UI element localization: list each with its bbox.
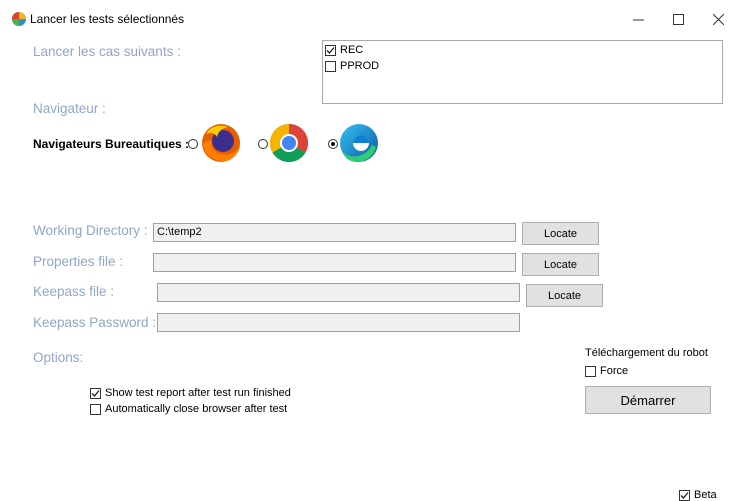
window-title: Lancer les tests sélectionnés bbox=[30, 12, 185, 26]
minimize-icon[interactable] bbox=[623, 6, 653, 32]
force-checkbox[interactable] bbox=[585, 365, 596, 377]
properties-file-label: Properties file : bbox=[33, 254, 124, 269]
keepass-file-label: Keepass file : bbox=[33, 284, 115, 299]
firefox-icon[interactable] bbox=[198, 120, 244, 166]
maximize-icon[interactable] bbox=[663, 6, 693, 32]
cases-label: Lancer les cas suivants : bbox=[33, 44, 181, 59]
robot-download-title: Téléchargement du robot bbox=[585, 347, 708, 359]
working-directory-input[interactable]: C:\temp2 bbox=[153, 223, 516, 242]
checkmark-icon bbox=[326, 46, 335, 54]
case-item-pprod[interactable]: PPROD bbox=[325, 60, 379, 72]
auto-close-checkbox[interactable] bbox=[90, 403, 101, 415]
show-report-checkbox[interactable] bbox=[90, 387, 101, 399]
keepass-password-input[interactable] bbox=[157, 313, 520, 332]
edge-icon[interactable] bbox=[336, 120, 382, 166]
checkmark-icon bbox=[680, 491, 689, 499]
pprod-checkbox[interactable] bbox=[325, 60, 336, 72]
force-option[interactable]: Force bbox=[585, 365, 628, 377]
show-report-option[interactable]: Show test report after test run finished bbox=[90, 387, 291, 399]
properties-file-locate-button[interactable]: Locate bbox=[522, 253, 599, 276]
working-directory-locate-button[interactable]: Locate bbox=[522, 222, 599, 245]
chrome-icon[interactable] bbox=[266, 120, 312, 166]
title-bar: Lancer les tests sélectionnés bbox=[0, 0, 733, 38]
force-label: Force bbox=[600, 365, 629, 377]
desktop-browsers-label: Navigateurs Bureautiques : bbox=[33, 137, 190, 151]
auto-close-option[interactable]: Automatically close browser after test bbox=[90, 403, 287, 415]
beta-label: Beta bbox=[694, 489, 717, 501]
options-label: Options: bbox=[33, 350, 84, 365]
rec-checkbox[interactable] bbox=[325, 44, 336, 56]
keepass-file-locate-button[interactable]: Locate bbox=[526, 284, 603, 307]
properties-file-input[interactable] bbox=[153, 253, 516, 272]
keepass-file-input[interactable] bbox=[157, 283, 520, 302]
beta-option[interactable]: Beta bbox=[679, 489, 717, 501]
close-icon[interactable] bbox=[703, 6, 733, 32]
case-item-label: PPROD bbox=[340, 60, 380, 72]
show-report-label: Show test report after test run finished bbox=[105, 387, 291, 399]
beta-checkbox[interactable] bbox=[679, 489, 690, 501]
checkmark-icon bbox=[91, 389, 100, 397]
start-button[interactable]: Démarrer bbox=[585, 386, 711, 414]
app-icon bbox=[12, 12, 26, 26]
browser-section-label: Navigateur : bbox=[33, 101, 106, 116]
keepass-password-label: Keepass Password : bbox=[33, 315, 157, 330]
cases-checklist[interactable]: REC PPROD bbox=[322, 40, 723, 104]
case-item-label: REC bbox=[340, 44, 364, 56]
firefox-radio[interactable] bbox=[188, 139, 198, 149]
working-directory-label: Working Directory : bbox=[33, 223, 148, 238]
case-item-rec[interactable]: REC bbox=[325, 44, 363, 56]
auto-close-label: Automatically close browser after test bbox=[105, 403, 288, 415]
